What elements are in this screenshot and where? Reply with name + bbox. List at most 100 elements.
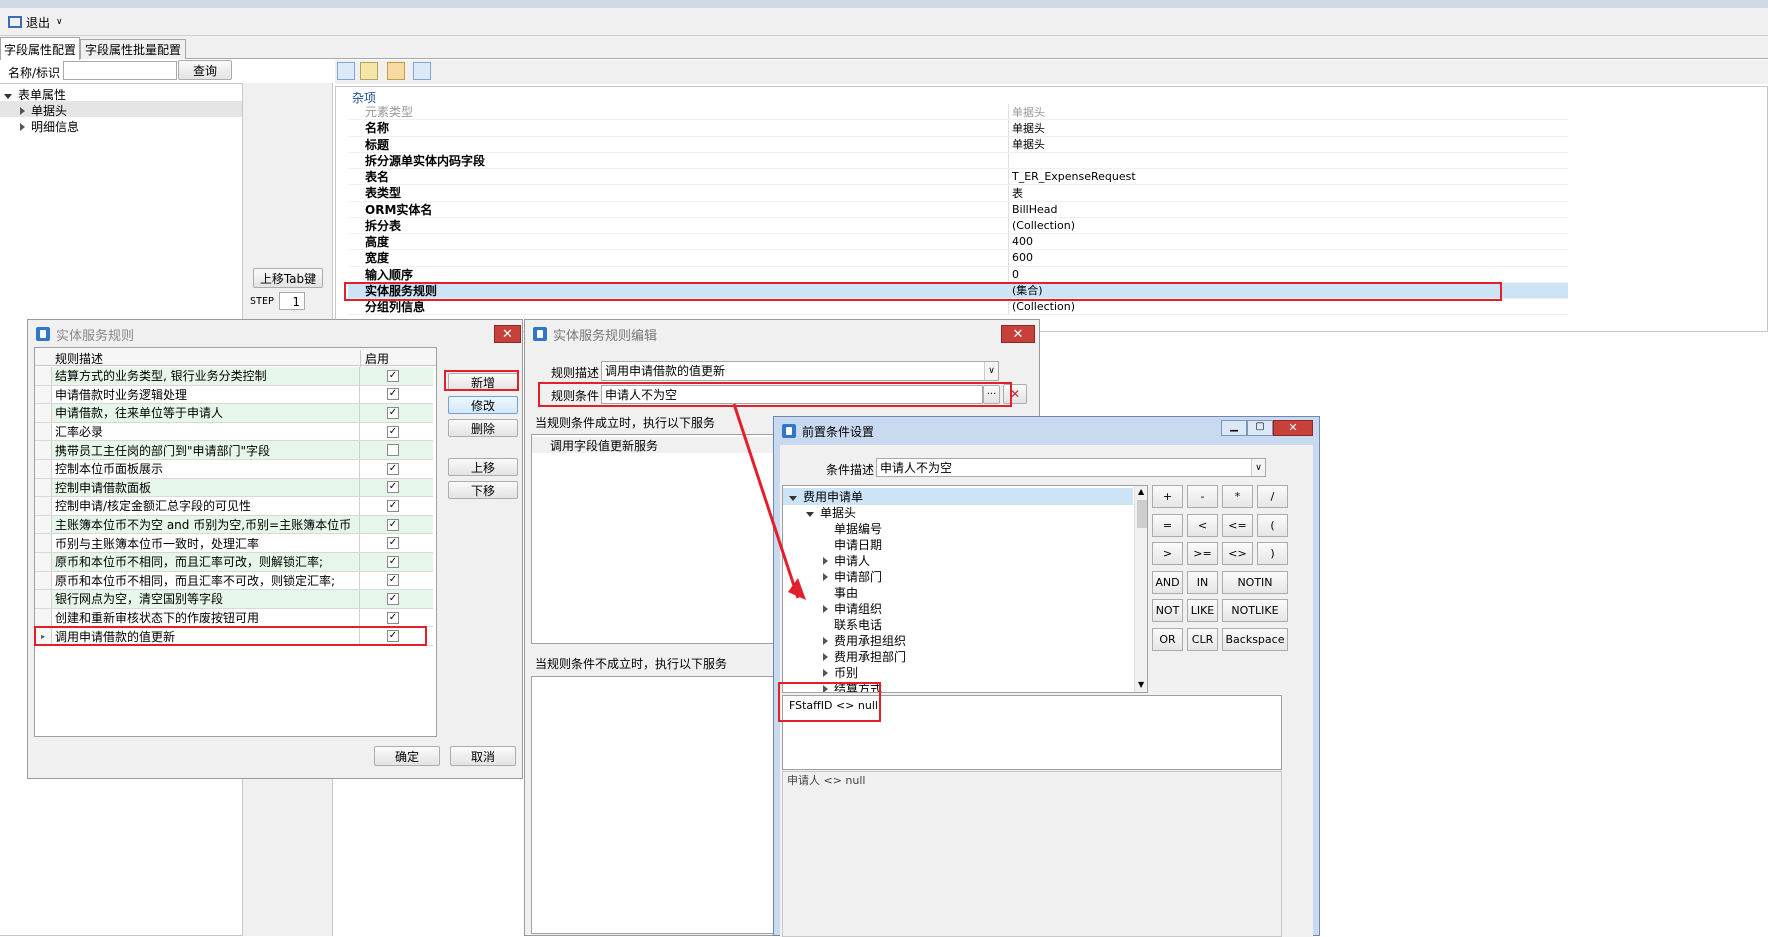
- enabled-checkbox[interactable]: ✓: [387, 369, 399, 382]
- field-tree-item[interactable]: 币别: [823, 664, 858, 681]
- clear-condition-button[interactable]: ✕: [1003, 384, 1027, 404]
- row-header[interactable]: [35, 385, 52, 404]
- enabled-checkbox[interactable]: [387, 444, 399, 457]
- row-header[interactable]: [35, 608, 52, 627]
- property-row[interactable]: 高度 400: [348, 234, 1568, 251]
- property-row[interactable]: 宽度 600: [348, 250, 1568, 267]
- operator-button[interactable]: -: [1187, 485, 1218, 508]
- ellipsis-button[interactable]: ···: [983, 385, 1000, 404]
- field-tree-item[interactable]: 费用申请单: [783, 488, 1133, 505]
- enabled-checkbox[interactable]: ✓: [387, 555, 399, 568]
- close-icon[interactable]: ✕: [494, 325, 521, 343]
- operator-button[interactable]: Backspace: [1222, 627, 1288, 651]
- close-icon[interactable]: ✕: [1001, 325, 1035, 343]
- field-tree-item[interactable]: 单据编号: [823, 520, 882, 537]
- ok-button[interactable]: 确定: [374, 746, 440, 766]
- rule-row[interactable]: 结算方式的业务类型, 银行业务分类控制 ✓: [35, 367, 433, 386]
- operator-button[interactable]: <: [1187, 513, 1218, 537]
- move-up-button[interactable]: 上移: [448, 458, 518, 476]
- delete-rule-button[interactable]: 删除: [448, 419, 518, 437]
- search-input[interactable]: [63, 61, 177, 80]
- enabled-checkbox[interactable]: ✓: [387, 462, 399, 475]
- row-header[interactable]: [35, 478, 52, 497]
- operator-button[interactable]: NOTIN: [1222, 570, 1288, 594]
- step-input[interactable]: 1: [279, 292, 305, 310]
- property-row[interactable]: 表名 T_ER_ExpenseRequest: [348, 169, 1568, 186]
- property-row[interactable]: 元素类型 单据头: [348, 104, 1568, 121]
- enabled-checkbox[interactable]: ✓: [387, 611, 399, 624]
- dropdown-arrow-icon[interactable]: ∨: [1251, 459, 1265, 476]
- enabled-checkbox[interactable]: ✓: [387, 537, 399, 550]
- row-header[interactable]: [35, 590, 52, 608]
- rule-row[interactable]: 控制申请/核定金额汇总字段的可见性 ✓: [35, 497, 433, 516]
- operator-button[interactable]: <=: [1222, 513, 1253, 537]
- rule-row[interactable]: 携带员工主任岗的部门到"申请部门"字段: [35, 441, 433, 460]
- scroll-up-icon[interactable]: ▲: [1138, 487, 1144, 496]
- row-header[interactable]: [35, 460, 52, 478]
- rule-row[interactable]: 申请借款时业务逻辑处理 ✓: [35, 385, 433, 405]
- enabled-checkbox[interactable]: ✓: [387, 518, 399, 531]
- close-button[interactable]: ✕: [1273, 420, 1313, 436]
- property-page-icon[interactable]: [413, 62, 431, 80]
- move-down-button[interactable]: 下移: [448, 481, 518, 499]
- query-button[interactable]: 查询: [178, 60, 232, 80]
- field-tree-item[interactable]: 联系电话: [823, 616, 882, 633]
- enabled-checkbox[interactable]: ✓: [387, 406, 399, 419]
- row-header[interactable]: [35, 534, 52, 552]
- rule-row[interactable]: 原币和本位币不相同，而且汇率可改，则解锁汇率; ✓: [35, 553, 433, 572]
- row-header[interactable]: [35, 571, 52, 590]
- property-row[interactable]: 拆分源单实体内码字段: [348, 152, 1568, 169]
- tab-field-config[interactable]: 字段属性配置: [0, 37, 80, 60]
- operator-button[interactable]: >=: [1187, 542, 1218, 565]
- enabled-checkbox[interactable]: ✓: [387, 574, 399, 587]
- operator-button[interactable]: OR: [1152, 627, 1183, 651]
- property-row[interactable]: 实体服务规则 (集合): [348, 282, 1568, 299]
- operator-button[interactable]: CLR: [1187, 627, 1218, 651]
- rule-row[interactable]: 创建和重新审核状态下的作废按钮可用 ✓: [35, 608, 433, 628]
- field-tree-item[interactable]: 结算方式: [823, 680, 882, 692]
- rule-row[interactable]: 银行网点为空，清空国别等字段 ✓: [35, 590, 433, 609]
- operator-button[interactable]: (: [1257, 513, 1288, 537]
- rule-row[interactable]: 币别与主账簿本位币一致时，处理汇率 ✓: [35, 534, 433, 553]
- cond-desc-select[interactable]: 申请人不为空 ∨: [876, 458, 1266, 477]
- field-tree-item[interactable]: 申请部门: [823, 568, 882, 585]
- rule-row[interactable]: 汇率必录 ✓: [35, 422, 433, 442]
- operator-button[interactable]: <>: [1222, 542, 1253, 565]
- tree-scrollbar[interactable]: ▲ ▼: [1134, 486, 1147, 692]
- enabled-checkbox[interactable]: ✓: [387, 630, 399, 643]
- minimize-button[interactable]: ▁: [1221, 420, 1247, 436]
- operator-button[interactable]: NOTLIKE: [1222, 599, 1288, 622]
- operator-button[interactable]: /: [1257, 485, 1288, 508]
- enabled-checkbox[interactable]: ✓: [387, 425, 399, 438]
- rule-row[interactable]: 控制本位币面板展示 ✓: [35, 460, 433, 479]
- field-tree-item[interactable]: 费用承担部门: [823, 648, 906, 665]
- field-tree-item[interactable]: 申请日期: [823, 536, 882, 553]
- row-header[interactable]: [35, 553, 52, 571]
- property-row[interactable]: 名称 单据头: [348, 120, 1568, 137]
- sort-icon[interactable]: [360, 62, 378, 80]
- property-row[interactable]: ORM实体名 BillHead: [348, 201, 1568, 218]
- operator-button[interactable]: +: [1152, 485, 1183, 508]
- scroll-thumb[interactable]: [1137, 500, 1147, 528]
- rule-row[interactable]: 控制申请借款面板 ✓: [35, 478, 433, 498]
- property-row[interactable]: 表类型 表: [348, 185, 1568, 202]
- tree-item-bill-head[interactable]: 单据头: [20, 102, 67, 119]
- dropdown-arrow-icon[interactable]: ∨: [984, 362, 998, 380]
- scroll-down-icon[interactable]: ▼: [1138, 680, 1144, 689]
- edit-rule-button[interactable]: 修改: [448, 396, 518, 414]
- enabled-checkbox[interactable]: ✓: [387, 388, 399, 401]
- rule-row[interactable]: 申请借款，往来单位等于申请人 ✓: [35, 404, 433, 423]
- rule-row[interactable]: 主账簿本位币不为空 and 币别为空,币别=主账簿本位币 ✓: [35, 515, 433, 535]
- row-header[interactable]: [35, 404, 52, 422]
- row-selector-icon[interactable]: ▸: [35, 627, 52, 645]
- rule-row[interactable]: 原币和本位币不相同，而且汇率不可改，则锁定汇率; ✓: [35, 571, 433, 591]
- property-row[interactable]: 分组列信息 (Collection): [348, 299, 1568, 316]
- exit-button[interactable]: 退出 ∨: [8, 13, 63, 31]
- edit-icon[interactable]: [387, 62, 405, 80]
- enabled-checkbox[interactable]: ✓: [387, 592, 399, 605]
- add-rule-button[interactable]: 新增: [448, 373, 518, 391]
- operator-button[interactable]: =: [1152, 513, 1183, 537]
- move-tab-up-button[interactable]: 上移Tab键: [253, 268, 323, 288]
- field-tree-item[interactable]: 费用承担组织: [823, 632, 906, 649]
- operator-button[interactable]: ): [1257, 542, 1288, 565]
